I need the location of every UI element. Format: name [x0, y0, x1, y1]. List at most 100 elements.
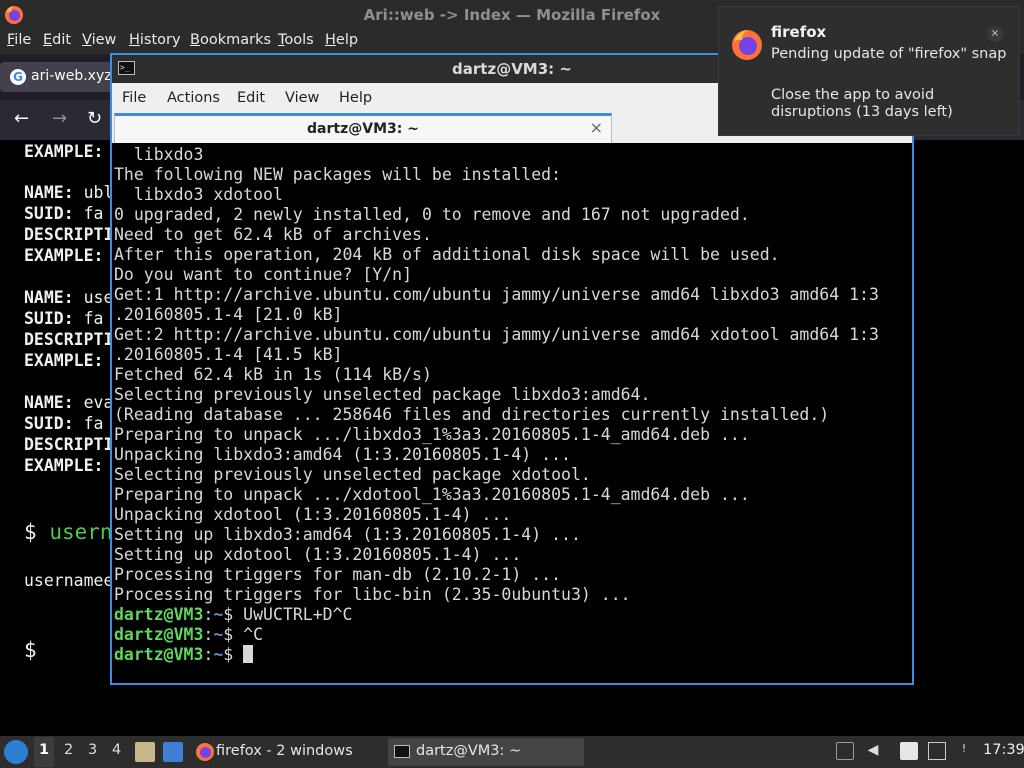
bg-line: NAME: eva: [24, 393, 114, 412]
notification-body: Pending update of "firefox" snap: [771, 46, 1007, 62]
terminal-line: Setting up xdotool (1:3.20160805.1-4) ..…: [114, 545, 522, 564]
terminal-line: .20160805.1-4 [41.5 kB]: [114, 345, 343, 364]
terminal-line: (Reading database ... 258646 files and d…: [114, 405, 830, 424]
terminal-prompt-line: dartz@VM3:~$: [114, 645, 912, 665]
notification-popup[interactable]: firefox × Pending update of "firefox" sn…: [718, 6, 1020, 136]
update-notifier-icon[interactable]: !: [955, 742, 973, 760]
bg-line: EXAMPLE:: [24, 246, 104, 265]
close-icon[interactable]: ×: [590, 118, 603, 137]
prompt-separator: :: [203, 605, 214, 624]
task-terminal[interactable]: dartz@VM3: ~: [388, 738, 584, 766]
firefox-tab[interactable]: G ari-web.xyz: [0, 62, 112, 92]
prompt-user: dartz@VM3: [114, 625, 204, 644]
terminal-line: Processing triggers for libc-bin (2.35-0…: [114, 585, 631, 604]
forward-arrow-icon[interactable]: →: [52, 108, 67, 129]
taskbar: 1 2 3 4 firefox - 2 windows dartz@VM3: ~…: [0, 736, 1024, 768]
task-label: dartz@VM3: ~: [416, 743, 522, 759]
prompt-path: ~: [213, 645, 224, 664]
prompt-path: ~: [213, 625, 224, 644]
bg-line: NAME: ubl: [24, 183, 114, 202]
network-icon[interactable]: [928, 742, 946, 760]
prompt-user: dartz@VM3: [114, 645, 204, 664]
terminal-line: libxdo3 xdotool: [114, 185, 283, 204]
volume-icon[interactable]: ◀: [864, 742, 882, 760]
notification-detail: Close the app to avoid disruptions (13 d…: [771, 87, 953, 120]
workspace-2[interactable]: 2: [64, 742, 73, 758]
terminal-cursor: [243, 645, 254, 663]
terminal-line: Get:2 http://archive.ubuntu.com/ubuntu j…: [114, 325, 879, 344]
workspace-1[interactable]: 1: [39, 742, 49, 758]
firefox-menu-view[interactable]: View: [82, 32, 116, 48]
bg-output: usernamee: [24, 571, 114, 590]
task-label: firefox - 2 windows: [216, 743, 353, 759]
back-arrow-icon[interactable]: ←: [14, 108, 29, 129]
bg-line: NAME: use: [24, 288, 114, 307]
clock[interactable]: 17:39: [983, 742, 1024, 758]
prompt-command: UwUCTRL+D^C: [243, 605, 353, 624]
workspace-3[interactable]: 3: [88, 742, 97, 758]
bg-line: DESCRIPTI: [24, 435, 114, 454]
bg-line: EXAMPLE:: [24, 142, 104, 161]
terminal-menu-actions[interactable]: Actions: [167, 90, 220, 106]
clipboard-icon[interactable]: [900, 742, 918, 760]
prompt-separator: :: [203, 625, 214, 644]
terminal-line: Selecting previously unselected package …: [114, 465, 591, 484]
terminal-line: The following NEW packages will be insta…: [114, 165, 562, 184]
terminal-line: Preparing to unpack .../xdotool_1%3a3.20…: [114, 485, 750, 504]
bg-prompt-empty: $: [24, 638, 37, 662]
terminal-line: Fetched 62.4 kB in 1s (114 kB/s): [114, 365, 432, 384]
firefox-menu-bookmarks[interactable]: Bookmarks: [190, 32, 271, 48]
terminal-line: .20160805.1-4 [21.0 kB]: [114, 305, 343, 324]
prompt-dollar: $: [223, 625, 244, 644]
prompt-dollar: $: [223, 605, 244, 624]
prompt-separator: :: [203, 645, 214, 664]
terminal-line: Unpacking xdotool (1:3.20160805.1-4) ...: [114, 505, 512, 524]
start-menu-icon[interactable]: [4, 740, 28, 764]
terminal-prompt-line: dartz@VM3:~$ ^C: [114, 625, 912, 645]
terminal-line: libxdo3: [114, 145, 204, 164]
show-desktop-icon[interactable]: [163, 742, 183, 762]
terminal-menu-view[interactable]: View: [285, 90, 319, 106]
terminal-line: Selecting previously unselected package …: [114, 385, 651, 404]
firefox-tab-label: ari-web.xyz: [31, 68, 112, 84]
terminal-line: Preparing to unpack .../libxdo3_1%3a3.20…: [114, 425, 750, 444]
prompt-user: dartz@VM3: [114, 605, 204, 624]
bg-line: SUID: fa: [24, 204, 104, 223]
terminal-window[interactable]: >_ dartz@VM3: ~ File Actions Edit View H…: [110, 53, 914, 685]
notification-app-name: firefox: [771, 23, 827, 41]
workspace-4[interactable]: 4: [112, 742, 121, 758]
terminal-line: Setting up libxdo3:amd64 (1:3.20160805.1…: [114, 525, 581, 544]
bg-line: DESCRIPTI: [24, 330, 114, 349]
prompt-path: ~: [213, 605, 224, 624]
google-favicon-icon: G: [10, 69, 26, 85]
terminal-prompt-line: dartz@VM3:~$ UwUCTRL+D^C: [114, 605, 912, 625]
terminal-line: Need to get 62.4 kB of archives.: [114, 225, 432, 244]
bg-line: DESCRIPTI: [24, 225, 114, 244]
close-icon[interactable]: ×: [987, 26, 1003, 42]
firefox-icon: [196, 743, 214, 761]
file-manager-icon[interactable]: [135, 742, 155, 762]
prompt-command: ^C: [243, 625, 264, 644]
firefox-menu-edit[interactable]: Edit: [43, 32, 71, 48]
reload-icon[interactable]: ↻: [87, 108, 102, 129]
terminal-line: Unpacking libxdo3:amd64 (1:3.20160805.1-…: [114, 445, 571, 464]
bg-line: SUID: fa: [24, 309, 104, 328]
firefox-menu-help[interactable]: Help: [325, 32, 358, 48]
terminal-menu-file[interactable]: File: [122, 90, 146, 106]
terminal-tab-label: dartz@VM3: ~: [307, 121, 419, 137]
terminal-line: Processing triggers for man-db (2.10.2-1…: [114, 565, 562, 584]
notifications-tray-icon[interactable]: [836, 742, 854, 760]
bg-line: EXAMPLE:: [24, 456, 104, 475]
firefox-menu-history[interactable]: History: [129, 32, 181, 48]
terminal-output[interactable]: libxdo3 The following NEW packages will b…: [114, 145, 912, 681]
terminal-line: Get:1 http://archive.ubuntu.com/ubuntu j…: [114, 285, 879, 304]
firefox-icon: [732, 30, 762, 60]
task-firefox[interactable]: firefox - 2 windows: [192, 738, 382, 766]
terminal-menu-edit[interactable]: Edit: [237, 90, 265, 106]
terminal-line: 0 upgraded, 2 newly installed, 0 to remo…: [114, 205, 750, 224]
terminal-tab[interactable]: dartz@VM3: ~ ×: [114, 113, 612, 143]
firefox-menu-tools[interactable]: Tools: [278, 32, 314, 48]
terminal-icon: [394, 745, 410, 758]
firefox-menu-file[interactable]: File: [7, 32, 31, 48]
terminal-menu-help[interactable]: Help: [339, 90, 372, 106]
